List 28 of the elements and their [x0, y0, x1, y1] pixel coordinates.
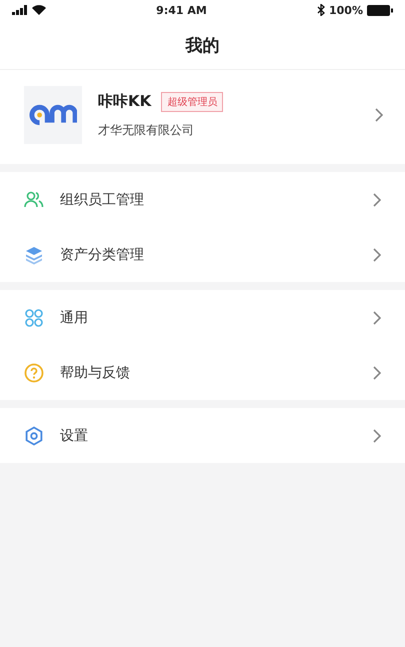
logo-icon	[29, 103, 77, 127]
wifi-icon	[32, 5, 46, 15]
user-name: 咔咔KK	[98, 92, 152, 111]
settings-icon	[24, 426, 44, 446]
chevron-right-icon	[373, 366, 381, 380]
chevron-right-icon	[373, 192, 381, 206]
people-icon	[24, 190, 44, 210]
page-title: 我的	[186, 36, 220, 56]
menu-item[interactable]: 组织员工管理	[0, 172, 405, 227]
role-badge: 超级管理员	[161, 92, 224, 112]
chevron-right-icon	[373, 428, 381, 442]
bluetooth-icon	[317, 4, 325, 16]
chevron-right-icon	[373, 248, 381, 262]
help-icon	[24, 362, 44, 382]
company-name: 才华无限有限公司	[98, 122, 195, 138]
layers-icon	[24, 244, 44, 264]
menu-item[interactable]: 设置	[0, 408, 405, 463]
grid-icon	[24, 308, 44, 328]
battery-percent: 100%	[329, 4, 363, 16]
menu-item[interactable]: 资产分类管理	[0, 227, 405, 282]
menu-item[interactable]: 帮助与反馈	[0, 345, 405, 400]
chevron-right-icon	[375, 108, 383, 122]
menu-item[interactable]: 通用	[0, 290, 405, 345]
status-time: 9:41 AM	[156, 4, 207, 16]
profile-row[interactable]: 咔咔KK 超级管理员 才华无限有限公司	[0, 69, 405, 164]
signal-icon	[12, 5, 28, 15]
battery-icon	[366, 4, 393, 16]
chevron-right-icon	[373, 310, 381, 324]
